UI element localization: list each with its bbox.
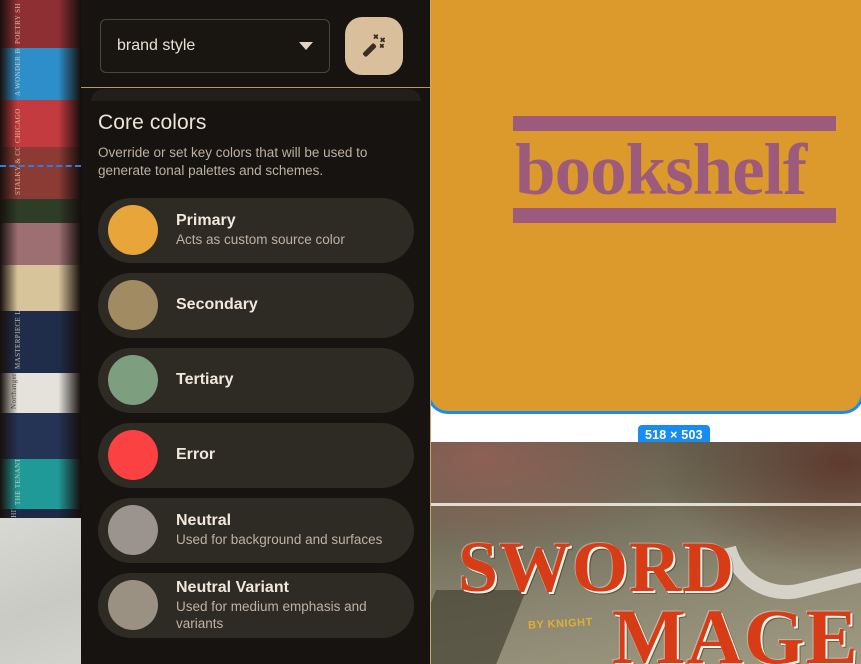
color-card-neutral-variant[interactable]: Neutral Variant Used for medium emphasis … xyxy=(98,572,414,638)
color-card-subtitle: Used for medium emphasis and variants xyxy=(176,598,367,632)
style-select-value: brand style xyxy=(117,37,196,54)
panel-scroll-area[interactable]: Core colors Override or set key colors t… xyxy=(81,89,430,664)
book-spine-thumbnail[interactable] xyxy=(0,223,81,265)
bookshelf-wordmark: bookshelf xyxy=(515,129,807,210)
color-card-secondary[interactable]: Secondary xyxy=(98,272,414,338)
color-card-title: Neutral Variant xyxy=(176,578,289,596)
canvas-column: bookshelf 518 × 503 SWORD MAGE BY KNIGHT xyxy=(430,0,861,664)
magic-wand-icon xyxy=(362,34,385,57)
color-swatch[interactable] xyxy=(108,205,158,256)
book-spine-thumbnail[interactable]: THE TENANT xyxy=(0,459,81,509)
selection-dashed-line xyxy=(0,165,81,167)
color-card-text: Tertiary xyxy=(176,370,234,390)
book-spine-thumbnail[interactable] xyxy=(0,265,81,311)
logo-rule-bottom xyxy=(513,207,836,223)
color-swatch[interactable] xyxy=(108,580,158,631)
spine-label: THE TENANT xyxy=(14,459,22,505)
color-card-neutral[interactable]: Neutral Used for background and surfaces xyxy=(98,497,414,563)
chevron-down-icon xyxy=(299,42,313,50)
core-colors-list: Primary Acts as custom source color Second… xyxy=(98,197,414,638)
color-card-title: Neutral xyxy=(176,512,232,530)
book-spine-thumbnail[interactable]: A WONDER BOOK xyxy=(0,48,81,100)
spine-label: A WONDER BOOK xyxy=(14,48,22,96)
blank-page-thumbnail[interactable] xyxy=(0,518,81,664)
cover-title-line2: MAGE xyxy=(612,593,859,664)
color-card-text: Error xyxy=(176,445,215,465)
color-card-error[interactable]: Error xyxy=(98,422,414,488)
panel-body: Core colors Override or set key colors t… xyxy=(81,89,430,664)
color-card-subtitle: Acts as custom source color xyxy=(176,232,345,248)
core-colors-header: Core colors xyxy=(98,111,414,135)
spine-label: CHICAGO xyxy=(14,108,22,143)
color-card-subtitle: Used for background and surfaces xyxy=(176,532,383,548)
selected-image-bookshelf[interactable]: bookshelf xyxy=(430,0,861,411)
spine-label: POETRY SH xyxy=(14,3,22,44)
theme-settings-panel: brand style Core colors Override or set … xyxy=(81,0,431,664)
color-card-text: Neutral Variant Used for medium emphasis … xyxy=(176,578,404,633)
style-row: brand style xyxy=(100,17,403,75)
core-colors-description: Override or set key colors that will be … xyxy=(98,145,368,178)
spine-label: STALKY & CO xyxy=(14,147,22,195)
spine-label: MASTERPIECE LIBRARY OF SHORT STORIES xyxy=(14,311,22,369)
book-spine-thumbnail[interactable]: CHICAGO xyxy=(0,100,81,147)
book-spine-thumbnail[interactable] xyxy=(0,199,81,223)
core-colors-title: Core colors xyxy=(98,111,207,134)
spine-label: Northanger Abbey xyxy=(10,373,18,409)
color-card-title: Tertiary xyxy=(176,371,234,389)
color-card-primary[interactable]: Primary Acts as custom source color xyxy=(98,197,414,263)
color-swatch[interactable] xyxy=(108,280,158,331)
book-spine-thumbnail[interactable] xyxy=(0,413,81,459)
bookshelf-logo: bookshelf xyxy=(513,116,836,223)
color-card-title: Secondary xyxy=(176,296,258,314)
cover-hairline xyxy=(430,503,861,506)
color-card-title: Error xyxy=(176,446,216,464)
style-select[interactable]: brand style xyxy=(100,19,330,73)
color-card-text: Primary Acts as custom source color xyxy=(176,211,345,249)
book-spine-thumbnail[interactable]: POETRY SH xyxy=(0,0,81,48)
color-swatch[interactable] xyxy=(108,505,158,556)
book-spine-thumbnail[interactable]: MASTERPIECE LIBRARY OF SHORT STORIES xyxy=(0,311,81,373)
magic-wand-button[interactable] xyxy=(345,17,403,75)
color-swatch[interactable] xyxy=(108,430,158,481)
image-sword-mage[interactable]: SWORD MAGE BY KNIGHT xyxy=(430,442,861,664)
filmstrip-book-spines[interactable]: POETRY SH A WONDER BOOK CHICAGO STALKY & CO… xyxy=(0,0,81,664)
app-root: POETRY SH A WONDER BOOK CHICAGO STALKY & CO… xyxy=(0,0,861,664)
color-swatch[interactable] xyxy=(108,355,158,406)
panel-header: brand style xyxy=(81,0,430,88)
color-card-title: Primary xyxy=(176,212,236,230)
book-spine-thumbnail[interactable]: Northanger Abbey xyxy=(0,373,81,413)
color-card-tertiary[interactable]: Tertiary xyxy=(98,347,414,413)
color-card-text: Neutral Used for background and surfaces xyxy=(176,511,382,549)
book-spine-thumbnail[interactable]: STALKY & CO xyxy=(0,147,81,199)
color-card-text: Secondary xyxy=(176,295,258,315)
cover-byline: BY KNIGHT xyxy=(527,616,594,632)
